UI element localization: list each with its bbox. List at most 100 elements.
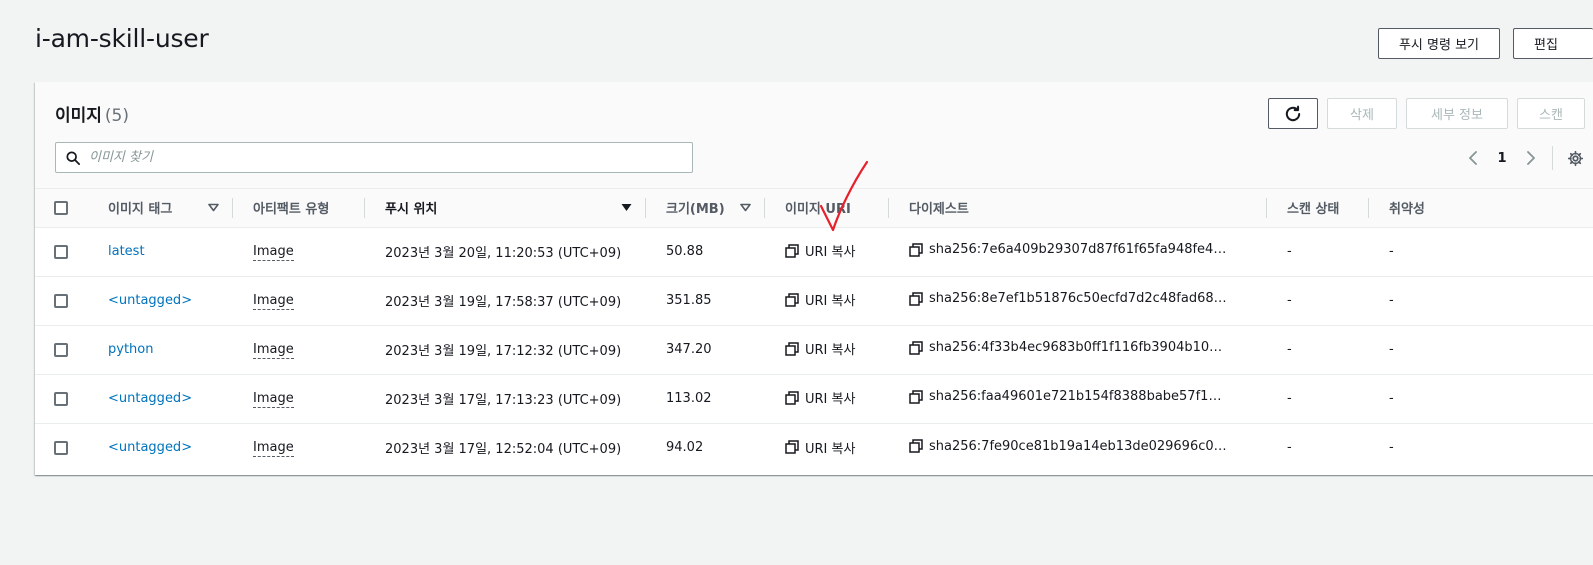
table-row: <untagged> Image 2023년 3월 17일, 17:13:23 …: [35, 374, 1593, 424]
size-cell: 113.02: [646, 374, 765, 424]
scan-status-cell: -: [1267, 227, 1369, 277]
copy-uri-button[interactable]: URI 복사: [785, 290, 855, 309]
pagination-divider: [1552, 146, 1553, 170]
copy-icon: [909, 439, 923, 453]
row-checkbox[interactable]: [54, 440, 68, 455]
pushed-at-cell: 2023년 3월 17일, 12:52:04 (UTC+09): [385, 442, 622, 458]
image-uri-cell: URI 복사: [765, 374, 889, 424]
digest-cell: sha256:7e6a409b29307d87f61f65fa948fe4ddd…: [889, 227, 1267, 277]
pushed-at-cell: 2023년 3월 19일, 17:12:32 (UTC+09): [365, 325, 646, 375]
copy-uri-label: URI 복사: [805, 245, 856, 261]
delete-button[interactable]: 삭제: [1327, 98, 1397, 129]
refresh-button[interactable]: [1268, 98, 1318, 129]
select-all-checkbox[interactable]: [54, 200, 68, 215]
column-scan-status-label: 스캔 상태: [1287, 202, 1340, 218]
row-checkbox[interactable]: [54, 342, 68, 357]
copy-uri-button[interactable]: URI 복사: [785, 438, 855, 457]
table-header-row: 이미지 태그 아티팩트 유형 푸시 위치 크기(MB) 이미지 URI 다이제스…: [35, 189, 1593, 228]
copy-icon: [909, 341, 923, 355]
artifact-type-cell: Image: [233, 276, 365, 326]
previous-page-button[interactable]: [1462, 146, 1486, 170]
image-tag-cell: <untagged>: [88, 374, 233, 424]
copy-digest-button[interactable]: sha256:8e7ef1b51876c50ecfd7d2c48fad68a0b…: [909, 291, 1229, 306]
column-vulnerability-label: 취약성: [1389, 202, 1425, 218]
copy-uri-button[interactable]: URI 복사: [785, 339, 855, 358]
copy-uri-label: URI 복사: [805, 294, 856, 310]
artifact-type-value[interactable]: Image: [253, 391, 294, 408]
size-cell: 347.20: [646, 325, 765, 375]
image-tag-link[interactable]: <untagged>: [108, 391, 192, 406]
row-select-cell: [35, 227, 88, 277]
copy-uri-label: URI 복사: [805, 343, 856, 359]
search-box: [55, 142, 693, 173]
scan-button[interactable]: 스캔: [1517, 98, 1585, 129]
column-digest: 다이제스트: [889, 189, 1267, 228]
vulnerability-cell: -: [1369, 374, 1593, 424]
view-push-commands-button[interactable]: 푸시 명령 보기: [1377, 28, 1500, 59]
column-image-uri-label: 이미지 URI: [785, 202, 851, 218]
vulnerability-cell: -: [1369, 227, 1593, 277]
copy-icon: [785, 293, 799, 307]
copy-digest-button[interactable]: sha256:7fe90ce81b19a14eb13de029696c03b7c…: [909, 439, 1229, 454]
sort-descending-icon: [621, 204, 632, 212]
image-tag-link[interactable]: python: [108, 342, 153, 357]
table-row: <untagged> Image 2023년 3월 17일, 12:52:04 …: [35, 423, 1593, 472]
panel-header: 이미지(5) 삭제 세부 정보 스캔 1: [35, 82, 1593, 189]
sort-icon: [208, 203, 219, 212]
image-tag-link[interactable]: <untagged>: [108, 440, 192, 455]
preferences-button[interactable]: [1565, 148, 1585, 168]
digest-value: sha256:8e7ef1b51876c50ecfd7d2c48fad68a0b…: [929, 291, 1229, 307]
images-table-body: latest Image 2023년 3월 20일, 11:20:53 (UTC…: [35, 227, 1593, 472]
sort-icon: [740, 203, 751, 212]
row-checkbox[interactable]: [54, 293, 68, 308]
digest-value: sha256:faa49601e721b154f8388babe57f1ae4f…: [929, 389, 1229, 405]
search-input[interactable]: [89, 150, 669, 165]
image-tag-cell: latest: [88, 227, 233, 277]
current-page-number[interactable]: 1: [1486, 151, 1518, 166]
select-all-cell: [35, 189, 88, 228]
artifact-type-cell: Image: [233, 227, 365, 277]
refresh-icon: [1285, 105, 1301, 121]
column-image-tag-label: 이미지 태그: [108, 202, 173, 218]
image-uri-cell: URI 복사: [765, 227, 889, 277]
details-button[interactable]: 세부 정보: [1406, 98, 1508, 129]
image-uri-cell: URI 복사: [765, 325, 889, 375]
row-checkbox[interactable]: [54, 391, 68, 406]
artifact-type-value[interactable]: Image: [253, 244, 294, 261]
row-checkbox[interactable]: [54, 244, 68, 259]
copy-uri-button[interactable]: URI 복사: [785, 388, 855, 407]
scan-status-cell: -: [1267, 374, 1369, 424]
column-size-label: 크기(MB): [666, 202, 725, 218]
copy-digest-button[interactable]: sha256:7e6a409b29307d87f61f65fa948fe4ddd…: [909, 242, 1229, 257]
artifact-type-cell: Image: [233, 325, 365, 375]
row-select-cell: [35, 276, 88, 326]
column-digest-label: 다이제스트: [909, 202, 969, 218]
edit-button[interactable]: 편집: [1513, 28, 1593, 59]
artifact-type-value[interactable]: Image: [253, 293, 294, 310]
chevron-right-icon: [1527, 151, 1535, 165]
image-tag-link[interactable]: latest: [108, 244, 145, 259]
image-tag-link[interactable]: <untagged>: [108, 293, 192, 308]
digest-cell: sha256:8e7ef1b51876c50ecfd7d2c48fad68a0b…: [889, 276, 1267, 326]
column-pushed-at[interactable]: 푸시 위치: [365, 189, 646, 228]
vulnerability-cell: -: [1389, 440, 1394, 456]
column-pushed-at-label: 푸시 위치: [385, 202, 438, 218]
column-image-tag[interactable]: 이미지 태그: [88, 189, 233, 228]
vulnerability-cell: -: [1369, 276, 1593, 326]
column-size[interactable]: 크기(MB): [646, 189, 765, 228]
next-page-button[interactable]: [1518, 146, 1542, 170]
column-artifact-type: 아티팩트 유형: [233, 189, 365, 228]
copy-digest-button[interactable]: sha256:4f33b4ec9683b0ff1f116fb3904b10c2d…: [909, 340, 1229, 355]
artifact-type-value[interactable]: Image: [253, 440, 294, 458]
copy-uri-label: URI 복사: [805, 441, 856, 457]
column-vulnerability: 취약성: [1369, 189, 1593, 228]
image-tag-cell: <untagged>: [88, 276, 233, 326]
image-uri-cell: URI 복사: [765, 423, 889, 472]
copy-digest-button[interactable]: sha256:faa49601e721b154f8388babe57f1ae4f…: [909, 389, 1229, 404]
vulnerability-cell: -: [1369, 325, 1593, 375]
digest-cell: sha256:faa49601e721b154f8388babe57f1ae4f…: [889, 374, 1267, 424]
copy-uri-button[interactable]: URI 복사: [785, 241, 855, 260]
artifact-type-value[interactable]: Image: [253, 342, 294, 359]
size-cell: 351.85: [646, 276, 765, 326]
scan-status-cell: -: [1267, 325, 1369, 375]
